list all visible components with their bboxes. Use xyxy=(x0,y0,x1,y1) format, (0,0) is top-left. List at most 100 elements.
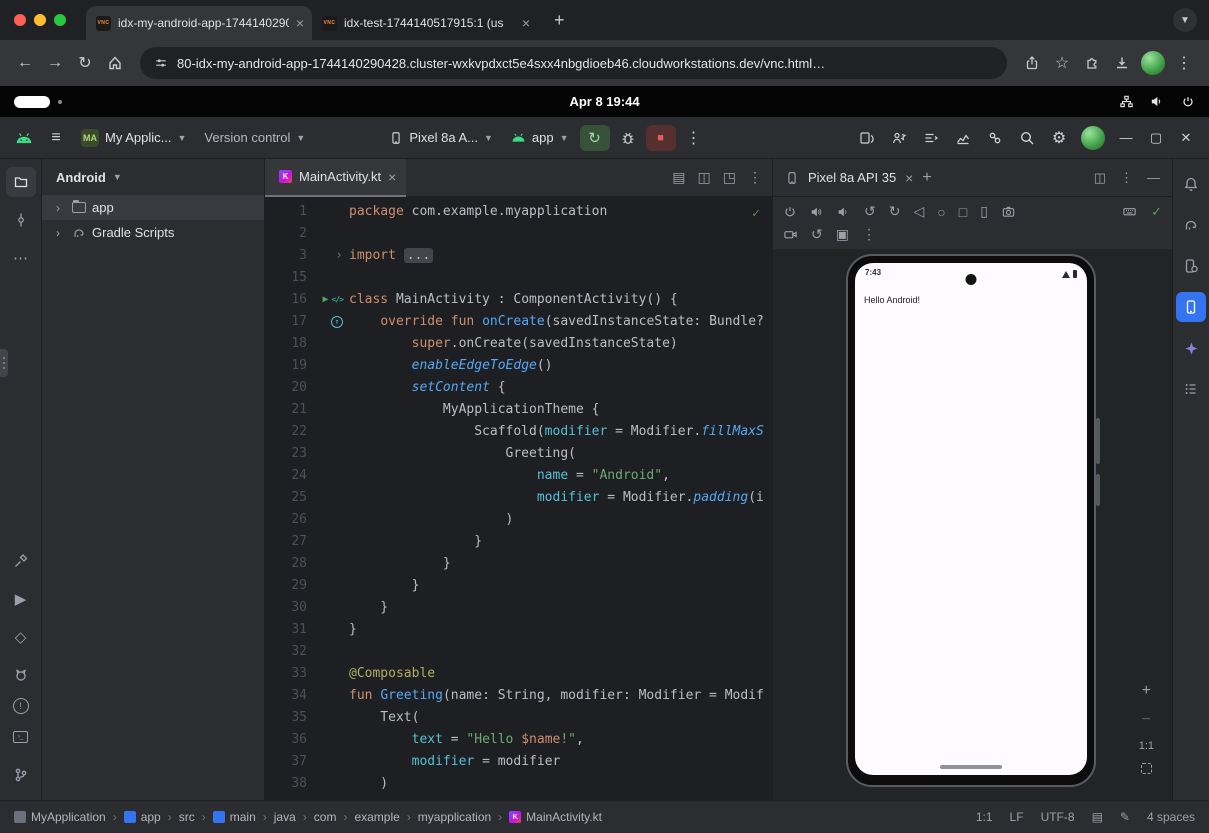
share-icon[interactable] xyxy=(1017,48,1047,78)
url-text[interactable]: 80-idx-my-android-app-1744140290428.clus… xyxy=(177,56,993,71)
code-line[interactable]: 26 ) xyxy=(265,509,772,531)
code-line[interactable]: 32 xyxy=(265,641,772,663)
override-gutter-icon[interactable]: ↑ xyxy=(331,316,343,328)
code-line[interactable]: 27 } xyxy=(265,531,772,553)
tree-item-app[interactable]: › app xyxy=(42,195,264,220)
ide-maximize-icon[interactable]: ▢ xyxy=(1143,130,1169,146)
close-window-button[interactable] xyxy=(14,14,26,26)
pen-icon[interactable]: ✎ xyxy=(1120,810,1130,824)
close-tab-icon[interactable]: × xyxy=(296,15,304,31)
close-tab-icon[interactable]: × xyxy=(388,169,396,185)
plugins-icon[interactable] xyxy=(981,124,1009,152)
breadcrumb-item[interactable]: example xyxy=(354,810,399,824)
code-line[interactable]: 33@Composable xyxy=(265,663,772,685)
browser-menu-icon[interactable]: ⋮ xyxy=(1169,48,1199,78)
toolbar-more-icon[interactable]: ⋮ xyxy=(680,124,708,152)
zoom-in-button[interactable]: + xyxy=(1142,682,1151,700)
indent-setting[interactable]: 4 spaces xyxy=(1147,810,1195,824)
android-back-icon[interactable]: ◁ xyxy=(913,203,924,220)
list-view-icon[interactable]: ▤ xyxy=(672,169,685,186)
power-button-icon[interactable] xyxy=(783,205,797,219)
breadcrumb-item[interactable]: myapplication xyxy=(418,810,491,824)
new-tab-button[interactable]: + xyxy=(548,10,571,31)
split-panel-icon[interactable]: ◫ xyxy=(1094,170,1106,186)
notifications-bell-icon[interactable] xyxy=(1176,169,1206,199)
zoom-level-label[interactable]: 1:1 xyxy=(1139,740,1154,752)
breadcrumb-item[interactable]: com xyxy=(314,810,337,824)
version-control-tool-icon[interactable] xyxy=(6,760,36,790)
emulator-screen[interactable]: 7:43 Hello Android! xyxy=(855,263,1087,775)
breadcrumb-item[interactable]: app xyxy=(124,810,161,824)
logcat-tool-icon[interactable] xyxy=(6,660,36,690)
code-area[interactable]: ✓ 1package com.example.myapplication23›i… xyxy=(265,197,772,800)
back-icon[interactable]: ← xyxy=(10,48,40,78)
chevron-right-icon[interactable]: › xyxy=(56,201,66,215)
hardware-input-icon[interactable] xyxy=(1122,204,1137,219)
reload-icon[interactable]: ↻ xyxy=(70,48,100,78)
app-quality-insights-icon[interactable]: ◇ xyxy=(6,622,36,652)
code-line[interactable]: 22 Scaffold(modifier = Modifier.fillMaxS xyxy=(265,421,772,443)
settings-gear-icon[interactable]: ⚙ xyxy=(1045,124,1073,152)
tool-window-drag-handle[interactable] xyxy=(0,349,8,377)
app-inspection-icon[interactable] xyxy=(1176,374,1206,404)
code-line[interactable]: 23 Greeting( xyxy=(265,443,772,465)
tree-item-gradle-scripts[interactable]: › Gradle Scripts xyxy=(42,220,264,245)
run-tool-icon[interactable]: ▶ xyxy=(6,584,36,614)
project-tool-icon[interactable] xyxy=(6,167,36,197)
debug-icon[interactable] xyxy=(614,124,642,152)
device-tab-title[interactable]: Pixel 8a API 35 xyxy=(808,170,896,185)
code-line[interactable]: 36 text = "Hello $name!", xyxy=(265,729,772,751)
analysis-ok-icon[interactable]: ✓ xyxy=(752,203,760,225)
ide-minimize-icon[interactable]: — xyxy=(1113,130,1139,145)
code-line[interactable]: 29 } xyxy=(265,575,772,597)
code-line[interactable]: 38 ) xyxy=(265,773,772,795)
project-widget[interactable]: MA My Applic... ▼ xyxy=(74,125,193,151)
gemini-icon[interactable] xyxy=(1176,333,1206,363)
line-separator[interactable]: LF xyxy=(1010,810,1024,824)
run-button[interactable]: ↻ xyxy=(580,125,610,151)
volume-up-icon[interactable] xyxy=(810,205,824,219)
code-line[interactable]: 21 MyApplicationTheme { xyxy=(265,399,772,421)
restore-snapshot-icon[interactable]: ↺ xyxy=(811,226,823,243)
code-line[interactable]: 35 Text( xyxy=(265,707,772,729)
extensions-icon[interactable] xyxy=(1077,48,1107,78)
breadcrumb-item[interactable]: KMainActivity.kt xyxy=(509,810,602,824)
gradle-tool-icon[interactable] xyxy=(1176,210,1206,240)
build-variants-icon[interactable] xyxy=(917,124,945,152)
profiler-icon[interactable] xyxy=(949,124,977,152)
device-more-icon[interactable]: ⋮ xyxy=(862,226,876,243)
detach-editor-icon[interactable]: ◳ xyxy=(723,169,736,186)
code-line[interactable]: 25 modifier = Modifier.padding(i xyxy=(265,487,772,509)
running-devices-icon[interactable] xyxy=(1176,292,1206,322)
more-tool-windows-icon[interactable]: ⋯ xyxy=(6,243,36,273)
screen-record-icon[interactable] xyxy=(783,227,798,242)
breadcrumb-item[interactable]: main xyxy=(213,810,256,824)
code-line[interactable]: 18 super.onCreate(savedInstanceState) xyxy=(265,333,772,355)
editor-tab-mainactivity[interactable]: MainActivity.kt × xyxy=(265,159,406,197)
breadcrumb-item[interactable]: java xyxy=(274,810,296,824)
build-tool-icon[interactable] xyxy=(6,546,36,576)
search-everywhere-icon[interactable] xyxy=(1013,124,1041,152)
code-line[interactable]: 16▶</>class MainActivity : ComponentActi… xyxy=(265,289,772,311)
desktop-clock[interactable]: Apr 8 19:44 xyxy=(0,94,1209,109)
problems-tool-icon[interactable] xyxy=(13,698,29,714)
android-home-icon[interactable]: ○ xyxy=(937,204,945,220)
code-line[interactable]: 24 name = "Android", xyxy=(265,465,772,487)
code-line[interactable]: 28 } xyxy=(265,553,772,575)
screenshot-icon[interactable] xyxy=(1001,204,1016,219)
profile-avatar[interactable] xyxy=(1141,51,1165,75)
home-icon[interactable] xyxy=(100,48,130,78)
code-line[interactable]: 31} xyxy=(265,619,772,641)
panel-options-icon[interactable]: ⋮ xyxy=(1120,170,1133,186)
browser-tab-active[interactable]: idx-my-android-app-1744140290428 × xyxy=(86,6,312,40)
terminal-tool-icon[interactable] xyxy=(6,722,36,752)
code-line[interactable]: 1package com.example.myapplication xyxy=(265,201,772,223)
device-manager-icon[interactable] xyxy=(1176,251,1206,281)
stop-button[interactable]: ■ xyxy=(646,125,676,151)
close-tab-icon[interactable]: × xyxy=(905,170,913,186)
version-control-widget[interactable]: Version control ▼ xyxy=(197,126,312,149)
fold-device-icon[interactable]: ▯ xyxy=(980,203,988,220)
code-line[interactable]: 19 enableEdgeToEdge() xyxy=(265,355,772,377)
code-line[interactable]: 3›import ... xyxy=(265,245,772,267)
code-line[interactable]: 34fun Greeting(name: String, modifier: M… xyxy=(265,685,772,707)
